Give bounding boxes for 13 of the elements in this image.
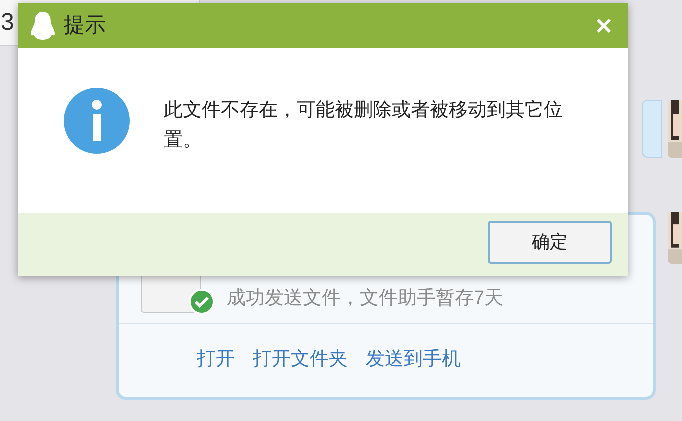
dialog-title: 提示 xyxy=(64,12,106,39)
action-link[interactable]: 打开 xyxy=(197,346,235,375)
close-icon xyxy=(596,18,612,34)
penguin-icon xyxy=(30,10,56,40)
info-icon xyxy=(64,88,130,154)
message-text: 此文件不存在，可能被删除或者被移动到其它位置。 xyxy=(164,99,564,153)
action-link[interactable]: 打开文件夹 xyxy=(253,346,348,375)
status-text: 成功发送文件，文件助手暂存7天 xyxy=(227,286,504,310)
check-icon xyxy=(189,289,215,315)
action-link[interactable]: 发送到手机 xyxy=(366,346,461,375)
tab-label: 3 xyxy=(1,8,14,38)
ok-button[interactable]: 确定 xyxy=(488,221,612,264)
chat-bubble xyxy=(642,100,662,158)
